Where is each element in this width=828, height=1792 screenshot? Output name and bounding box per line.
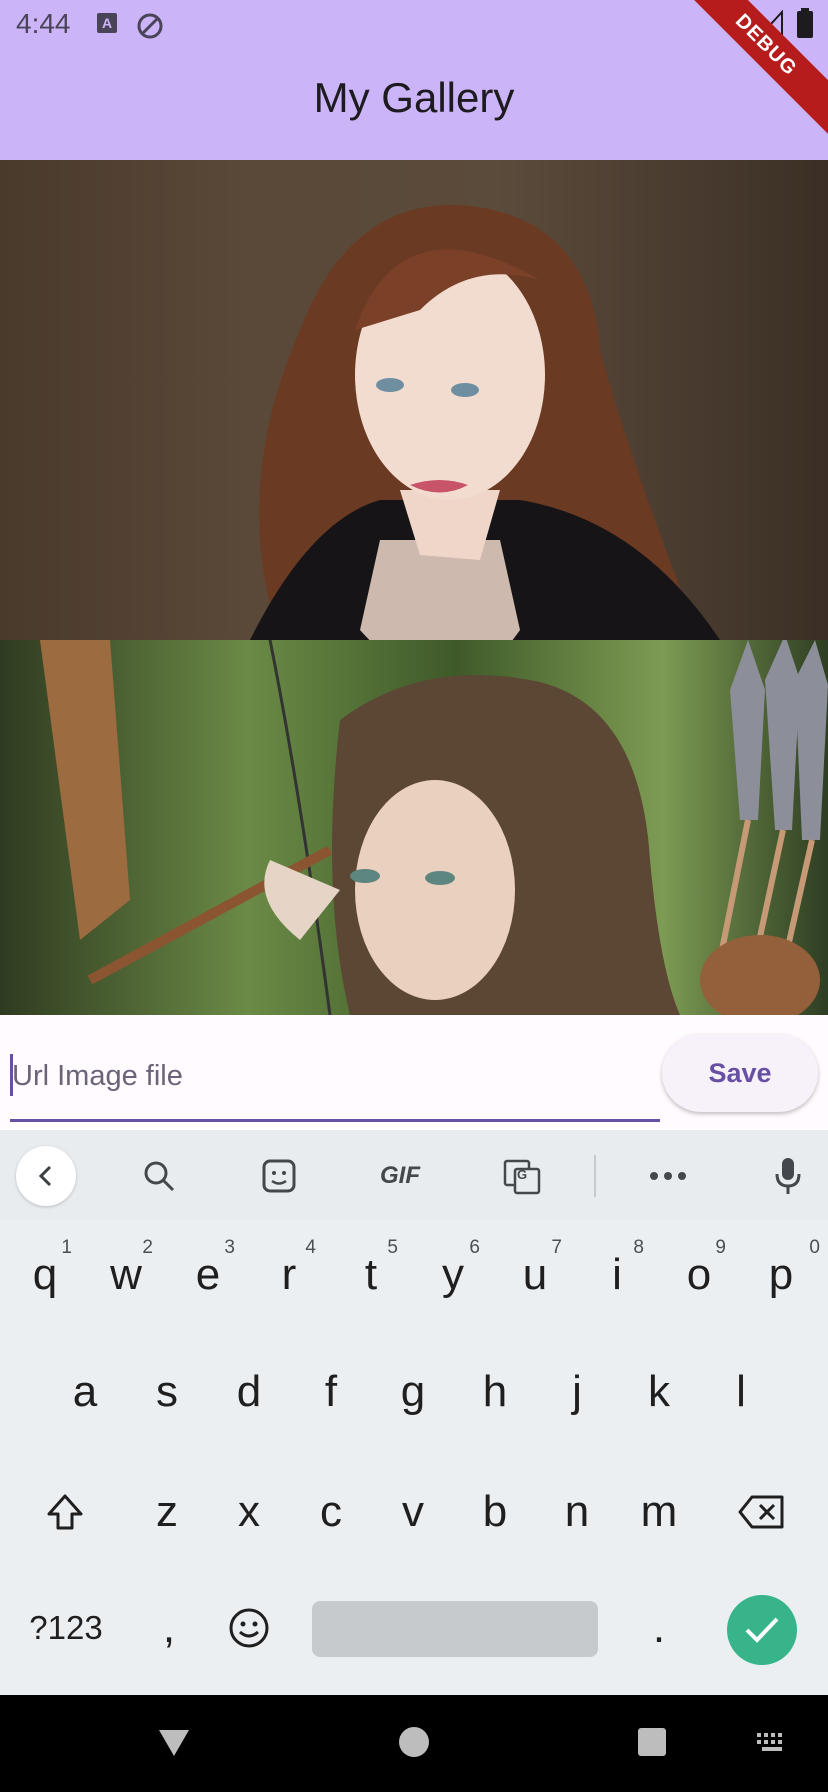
key-l[interactable]: l <box>700 1350 782 1434</box>
nav-recents-icon[interactable] <box>637 1727 667 1757</box>
battery-icon <box>797 8 813 38</box>
gallery-image-portrait[interactable] <box>0 160 828 640</box>
checkmark-icon <box>745 1617 779 1643</box>
sync-icon <box>137 13 163 39</box>
keyboard-switch-icon[interactable] <box>756 1732 788 1754</box>
key-a[interactable]: a <box>44 1350 126 1434</box>
key-f[interactable]: f <box>290 1350 372 1434</box>
chevron-left-icon[interactable] <box>16 1146 76 1206</box>
key-d[interactable]: d <box>208 1350 290 1434</box>
nav-back-icon[interactable] <box>157 1726 191 1758</box>
emoji-key[interactable] <box>208 1586 290 1670</box>
key-n[interactable]: n <box>536 1470 618 1554</box>
key-comma[interactable]: , <box>126 1586 212 1670</box>
shift-icon <box>47 1494 83 1530</box>
key-k[interactable]: k <box>618 1350 700 1434</box>
key-b[interactable]: b <box>454 1470 536 1554</box>
key-s[interactable]: s <box>126 1350 208 1434</box>
input-underline <box>10 1119 660 1122</box>
text-cursor <box>10 1054 13 1096</box>
key-v[interactable]: v <box>372 1470 454 1554</box>
space-key[interactable] <box>312 1601 598 1657</box>
key-x[interactable]: x <box>208 1470 290 1554</box>
page-title: My Gallery <box>313 74 515 121</box>
key-r[interactable]: r4 <box>248 1233 330 1317</box>
key-h[interactable]: h <box>454 1350 536 1434</box>
key-q[interactable]: q1 <box>4 1233 86 1317</box>
backspace-key[interactable] <box>720 1470 802 1554</box>
sticker-icon[interactable] <box>251 1148 307 1204</box>
gif-button[interactable]: GIF <box>370 1148 430 1204</box>
key-y[interactable]: y6 <box>412 1233 494 1317</box>
key-i[interactable]: i8 <box>576 1233 658 1317</box>
key-j[interactable]: j <box>536 1350 618 1434</box>
key-g[interactable]: g <box>372 1350 454 1434</box>
key-period[interactable]: . <box>618 1586 700 1670</box>
backspace-icon <box>738 1495 784 1529</box>
key-o[interactable]: o9 <box>658 1233 740 1317</box>
key-t[interactable]: t5 <box>330 1233 412 1317</box>
key-c[interactable]: c <box>290 1470 372 1554</box>
emoji-icon <box>229 1608 269 1648</box>
symbols-key[interactable]: ?123 <box>16 1586 116 1670</box>
nav-home-icon[interactable] <box>398 1726 430 1758</box>
enter-key[interactable] <box>727 1595 797 1665</box>
more-icon[interactable] <box>640 1148 696 1204</box>
toolbar-divider <box>594 1155 596 1197</box>
portrait-illustration <box>250 204 720 640</box>
key-w[interactable]: w2 <box>85 1233 167 1317</box>
key-e[interactable]: e3 <box>167 1233 249 1317</box>
key-m[interactable]: m <box>618 1470 700 1554</box>
key-z[interactable]: z <box>126 1470 208 1554</box>
key-p[interactable]: p0 <box>740 1233 822 1317</box>
shift-key[interactable] <box>24 1470 106 1554</box>
url-input[interactable] <box>10 1050 664 1102</box>
translate-icon[interactable]: G <box>494 1148 550 1204</box>
key-u[interactable]: u7 <box>494 1233 576 1317</box>
save-button[interactable]: Save <box>662 1034 818 1112</box>
search-icon[interactable] <box>131 1148 187 1204</box>
svg-text:G: G <box>517 1167 527 1182</box>
status-time: 4:44 <box>16 8 71 39</box>
svg-text:A: A <box>102 15 112 31</box>
mic-icon[interactable] <box>760 1148 816 1204</box>
archer-illustration <box>40 640 828 1015</box>
gallery-image-archer[interactable] <box>0 640 828 1015</box>
app-notification-icon: A <box>97 13 117 33</box>
